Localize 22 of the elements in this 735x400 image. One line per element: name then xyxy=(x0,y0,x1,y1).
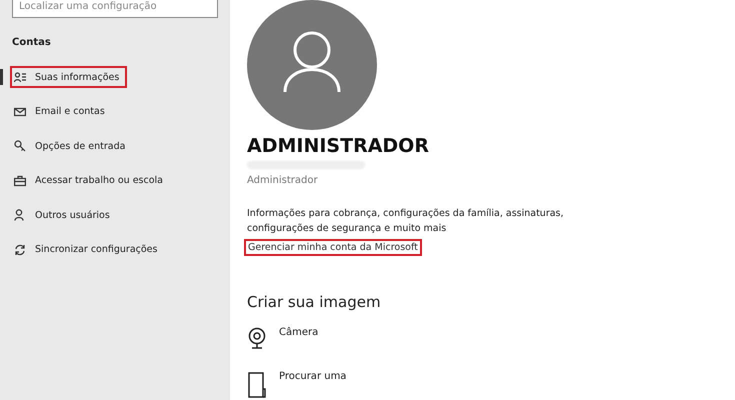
nav-item[interactable]: Opções de entrada xyxy=(10,135,134,158)
key-icon xyxy=(14,140,26,152)
section-heading: Criar sua imagem xyxy=(247,293,382,311)
account-name: ADMINISTRADOR xyxy=(247,135,430,157)
nav-item[interactable]: Suas informações xyxy=(10,66,128,88)
option-link[interactable]: Procurar uma xyxy=(279,371,346,399)
mail-icon xyxy=(14,106,26,118)
person-icon xyxy=(14,209,26,222)
nav-item[interactable]: Email e contas xyxy=(10,100,113,123)
search-field[interactable]: Localizar uma configuração xyxy=(12,0,218,18)
manage-account-link[interactable]: Gerenciar minha conta da Microsoft xyxy=(244,239,422,256)
person-list-icon xyxy=(14,71,26,84)
sync-icon xyxy=(14,244,26,256)
section-heading: Contas xyxy=(12,37,52,48)
briefcase-icon xyxy=(14,174,26,187)
webcam-icon xyxy=(247,327,267,349)
account-role: Administrador xyxy=(247,175,319,186)
nav-item[interactable]: Acessar trabalho ou escola xyxy=(10,170,171,192)
nav-item[interactable]: Sincronizar configurações xyxy=(10,238,166,261)
option-link[interactable]: Câmera xyxy=(279,327,318,355)
nav-item[interactable]: Outros usuários xyxy=(10,204,118,226)
info-text: Informações para cobrança, configurações da família, assinaturas, configurações de segurança e muito mais xyxy=(247,207,565,236)
